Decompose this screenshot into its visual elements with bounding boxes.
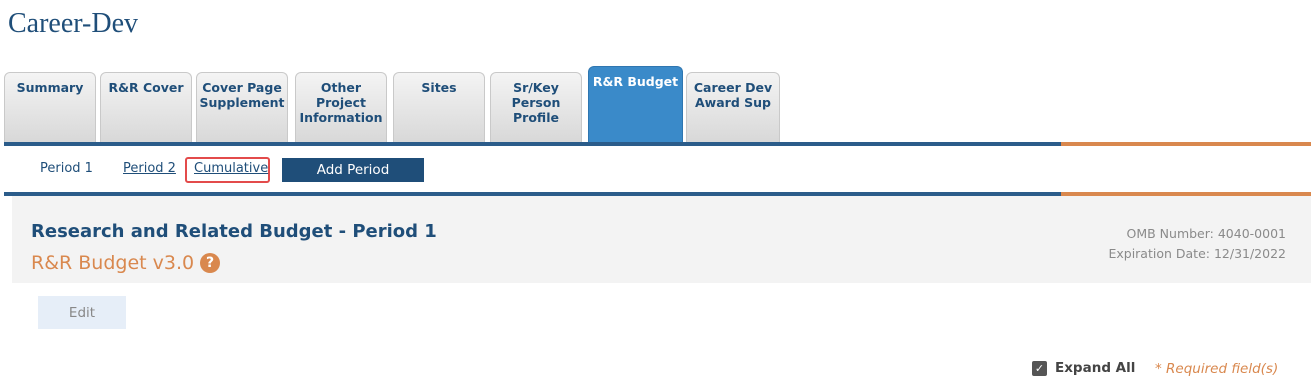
tab-label: Cover Page Supplement bbox=[199, 80, 285, 110]
form-version: R&R Budget v3.0 ? bbox=[31, 252, 221, 274]
form-body: Edit ✓ Expand All * Required field(s) bbox=[12, 283, 1311, 387]
expand-all-checkbox[interactable]: ✓ bbox=[1032, 360, 1047, 376]
tab-rr-budget[interactable]: R&R Budget bbox=[588, 66, 683, 142]
tab-other-project-information[interactable]: Other Project Information bbox=[295, 72, 387, 142]
period-2-link[interactable]: Period 2 bbox=[123, 161, 176, 176]
app-title: Career-Dev bbox=[8, 8, 139, 39]
edit-button[interactable]: Edit bbox=[38, 296, 126, 329]
tab-cover-page-supplement[interactable]: Cover Page Supplement bbox=[196, 72, 288, 142]
expiration-date: Expiration Date: 12/31/2022 bbox=[1108, 246, 1286, 261]
tab-label: Sr/Key Person Profile bbox=[511, 80, 561, 125]
tab-label: Career Dev Award Sup bbox=[693, 80, 773, 110]
tab-sr-key-person-profile[interactable]: Sr/Key Person Profile bbox=[490, 72, 582, 142]
form-title: Research and Related Budget - Period 1 bbox=[31, 221, 437, 242]
tab-rr-cover[interactable]: R&R Cover bbox=[100, 72, 192, 142]
tab-label: R&R Cover bbox=[108, 80, 184, 95]
tab-label: Sites bbox=[421, 80, 457, 95]
add-period-button[interactable]: Add Period bbox=[282, 158, 424, 182]
omb-info: OMB Number: 4040-0001 Expiration Date: 1… bbox=[1108, 224, 1286, 264]
tab-label: Summary bbox=[16, 80, 84, 95]
required-fields-note: * Required field(s) bbox=[1155, 361, 1279, 377]
tab-summary[interactable]: Summary bbox=[4, 72, 96, 142]
cumulative-link[interactable]: Cumulative bbox=[194, 161, 268, 176]
tab-career-dev-award-sup[interactable]: Career Dev Award Sup bbox=[686, 72, 780, 142]
expand-all-toggle[interactable]: ✓ Expand All bbox=[1032, 360, 1135, 376]
help-icon[interactable]: ? bbox=[200, 253, 221, 273]
period-nav: Period 1 Period 2 Cumulative Add Period bbox=[4, 146, 1311, 193]
period-1-link[interactable]: Period 1 bbox=[40, 161, 93, 176]
tab-label: R&R Budget bbox=[592, 74, 679, 89]
expand-all-label: Expand All bbox=[1055, 360, 1136, 376]
omb-number: OMB Number: 4040-0001 bbox=[1126, 226, 1287, 241]
form-panel: Research and Related Budget - Period 1 R… bbox=[12, 196, 1311, 387]
form-version-label: R&R Budget v3.0 bbox=[31, 252, 195, 274]
tab-label: Other Project Information bbox=[299, 80, 383, 125]
tab-sites[interactable]: Sites bbox=[393, 72, 485, 142]
